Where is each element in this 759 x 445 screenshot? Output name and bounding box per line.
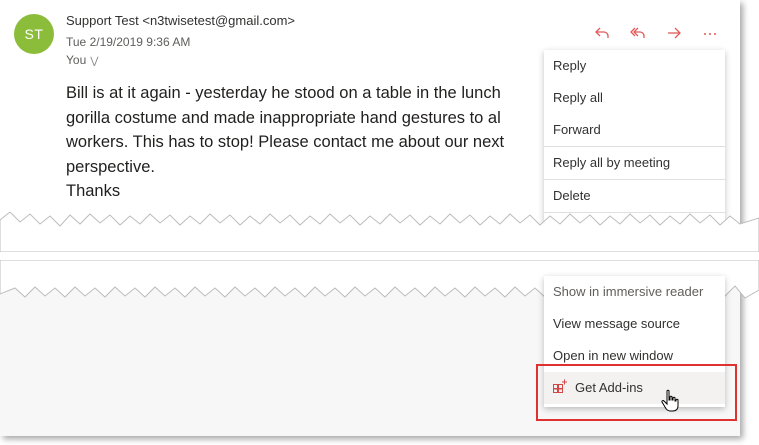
chevron-down-icon[interactable]: ⋁ (90, 56, 98, 67)
sent-date: Tue 2/19/2019 9:36 AM (66, 35, 191, 49)
more-icon[interactable] (698, 22, 722, 44)
menu-item-delete[interactable]: Delete (544, 180, 725, 212)
body-line: gorilla costume and made inappropriate h… (66, 108, 501, 127)
sender-name[interactable]: Support Test <n3twisetest@gmail.com> (66, 13, 295, 28)
hand-cursor-icon (661, 389, 679, 412)
reply-all-icon[interactable] (626, 22, 650, 44)
menu-item-view-message-source[interactable]: View message source (544, 308, 725, 340)
avatar[interactable]: ST (14, 14, 54, 54)
torn-edge-top (0, 212, 759, 252)
recipient-line[interactable]: You ⋁ (66, 53, 98, 67)
recipient-label: You (66, 53, 87, 67)
add-ins-icon (553, 373, 567, 405)
body-line: workers. This has to stop! Please contac… (66, 133, 505, 151)
forward-icon[interactable] (662, 22, 686, 44)
reply-icon[interactable] (590, 22, 614, 44)
more-actions-menu-lower: Show in immersive reader View message so… (544, 276, 725, 407)
message-actions (590, 22, 722, 44)
menu-item-get-add-ins[interactable]: Get Add-ins (544, 372, 725, 404)
menu-item-reply-all[interactable]: Reply all (544, 82, 725, 114)
menu-item-label: Get Add-ins (575, 380, 643, 395)
body-line: Bill is at it again - yesterday he stood… (66, 84, 501, 102)
menu-item-forward[interactable]: Forward (544, 114, 725, 146)
menu-item-open-in-new-window[interactable]: Open in new window (544, 340, 725, 372)
message-body: Bill is at it again - yesterday he stood… (66, 81, 536, 204)
menu-item-reply-all-by-meeting[interactable]: Reply all by meeting (544, 147, 725, 179)
body-line: perspective. (66, 157, 155, 176)
menu-item-show-in-immersive-reader[interactable]: Show in immersive reader (544, 276, 725, 308)
body-line: Thanks (66, 182, 121, 200)
menu-item-reply[interactable]: Reply (544, 50, 725, 82)
